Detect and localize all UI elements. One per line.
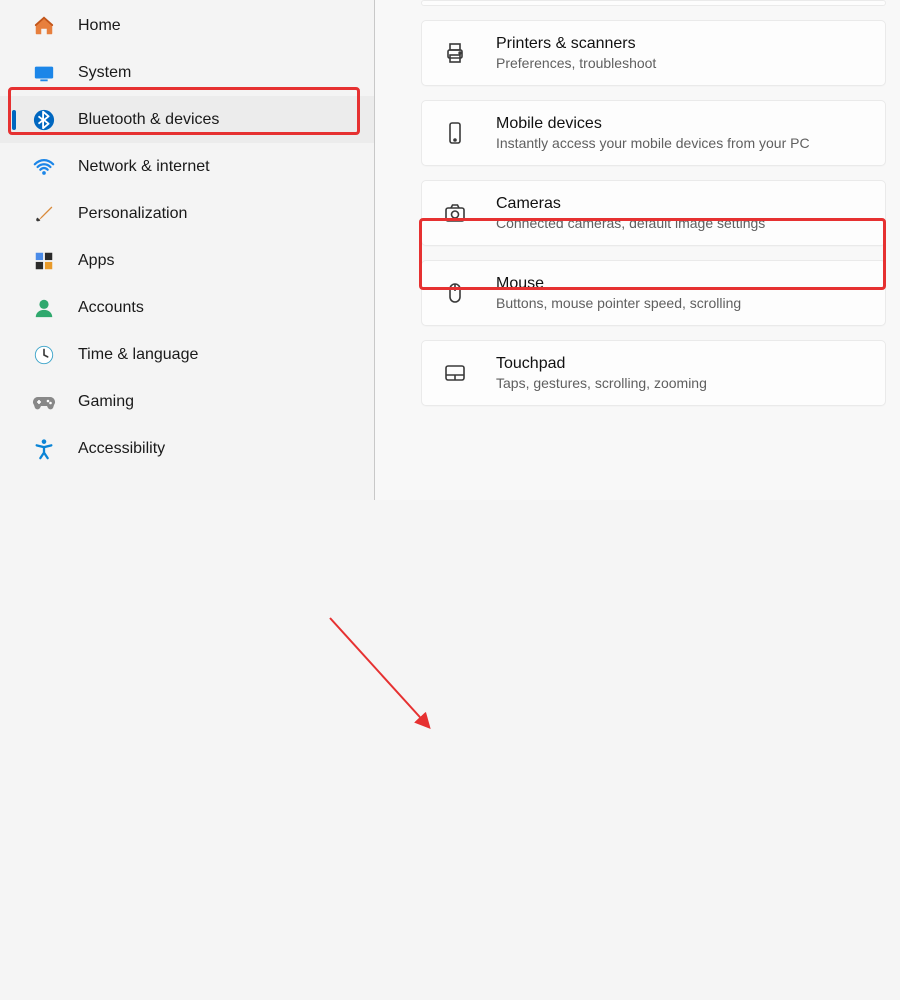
card-title: Printers & scanners	[496, 35, 656, 53]
card-touchpad[interactable]: Touchpad Taps, gestures, scrolling, zoom…	[421, 340, 886, 406]
printer-icon	[442, 40, 468, 66]
sidebar-item-network[interactable]: Network & internet	[0, 143, 374, 190]
accessibility-icon	[32, 437, 56, 461]
wifi-icon	[32, 155, 56, 179]
sidebar-item-home[interactable]: Home	[0, 2, 374, 49]
card-printers[interactable]: Printers & scanners Preferences, trouble…	[421, 20, 886, 86]
card-title: Mouse	[496, 275, 741, 293]
sidebar-item-label: Gaming	[78, 393, 134, 411]
sidebar-item-label: Network & internet	[78, 158, 210, 176]
clock-icon	[32, 343, 56, 367]
home-icon	[32, 14, 56, 38]
sidebar-item-personalization[interactable]: Personalization	[0, 190, 374, 237]
sidebar-item-system[interactable]: System	[0, 49, 374, 96]
sidebar-item-label: Accessibility	[78, 440, 165, 458]
card-title: Mobile devices	[496, 115, 810, 133]
sidebar-item-time[interactable]: Time & language	[0, 331, 374, 378]
main-content: Printers & scanners Preferences, trouble…	[375, 0, 900, 500]
sidebar-item-label: Time & language	[78, 346, 198, 364]
card-stub-top	[421, 0, 886, 6]
card-title: Touchpad	[496, 355, 707, 373]
card-mouse[interactable]: Mouse Buttons, mouse pointer speed, scro…	[421, 260, 886, 326]
sidebar-item-label: System	[78, 64, 131, 82]
gamepad-icon	[32, 390, 56, 414]
sidebar-item-accounts[interactable]: Accounts	[0, 284, 374, 331]
brush-icon	[32, 202, 56, 226]
card-subtitle: Buttons, mouse pointer speed, scrolling	[496, 295, 741, 311]
card-subtitle: Instantly access your mobile devices fro…	[496, 135, 810, 151]
sidebar-item-label: Personalization	[78, 205, 187, 223]
card-cameras[interactable]: Cameras Connected cameras, default image…	[421, 180, 886, 246]
sidebar-item-bluetooth[interactable]: Bluetooth & devices	[0, 96, 374, 143]
account-icon	[32, 296, 56, 320]
card-subtitle: Taps, gestures, scrolling, zooming	[496, 375, 707, 391]
camera-icon	[442, 200, 468, 226]
touchpad-icon	[442, 360, 468, 386]
apps-icon	[32, 249, 56, 273]
bluetooth-icon	[32, 108, 56, 132]
sidebar-item-gaming[interactable]: Gaming	[0, 378, 374, 425]
card-title: Cameras	[496, 195, 765, 213]
mouse-icon	[442, 280, 468, 306]
sidebar-item-label: Accounts	[78, 299, 144, 317]
sidebar-item-apps[interactable]: Apps	[0, 237, 374, 284]
sidebar-item-label: Apps	[78, 252, 114, 270]
card-mobile[interactable]: Mobile devices Instantly access your mob…	[421, 100, 886, 166]
phone-icon	[442, 120, 468, 146]
system-icon	[32, 61, 56, 85]
annotation-arrow	[0, 500, 900, 1000]
sidebar-nav: Home System Bluetooth & devices Network …	[0, 0, 375, 500]
sidebar-item-accessibility[interactable]: Accessibility	[0, 425, 374, 472]
card-subtitle: Connected cameras, default image setting…	[496, 215, 765, 231]
sidebar-item-label: Bluetooth & devices	[78, 111, 219, 129]
card-subtitle: Preferences, troubleshoot	[496, 55, 656, 71]
sidebar-item-label: Home	[78, 17, 121, 35]
